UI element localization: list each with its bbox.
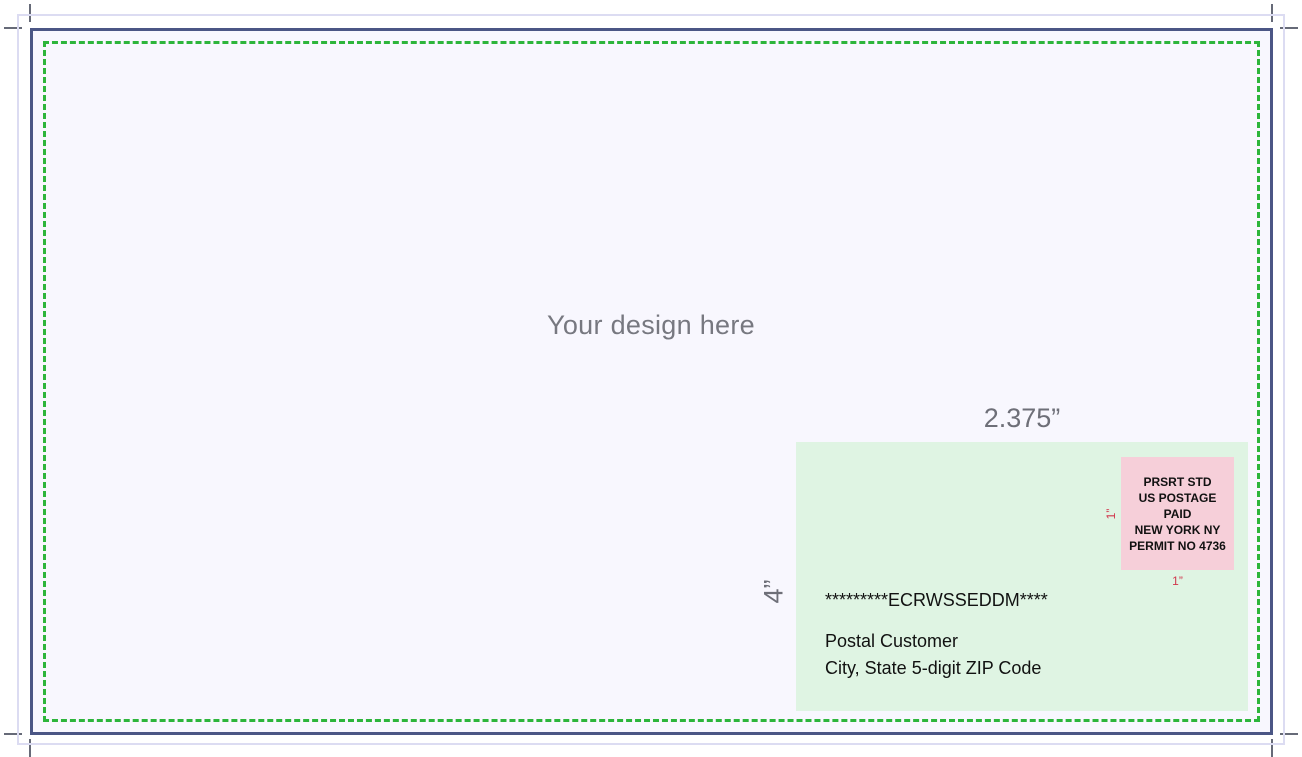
postage-indicia: PRSRT STD US POSTAGE PAID NEW YORK NY PE… <box>1121 457 1234 570</box>
address-zone-height-label: 4” <box>758 579 789 604</box>
indicia-height-label: 1” <box>1104 508 1118 520</box>
indicia-line: US POSTAGE <box>1138 490 1217 505</box>
endorsement-line: *********ECRWSSEDDM**** <box>825 590 1048 610</box>
design-placeholder: Your design here <box>547 310 755 340</box>
indicia-line: PRSRT STD <box>1143 474 1212 489</box>
indicia-line: PERMIT NO 4736 <box>1129 538 1226 553</box>
indicia-line: NEW YORK NY <box>1134 522 1221 537</box>
indicia-line: PAID <box>1163 506 1192 521</box>
address-zone-width-label: 2.375” <box>983 403 1061 433</box>
recipient-line: Postal Customer <box>825 631 959 651</box>
indicia-width-label: 1” <box>1172 574 1183 588</box>
city-state-zip-line: City, State 5-digit ZIP Code <box>825 658 1042 678</box>
